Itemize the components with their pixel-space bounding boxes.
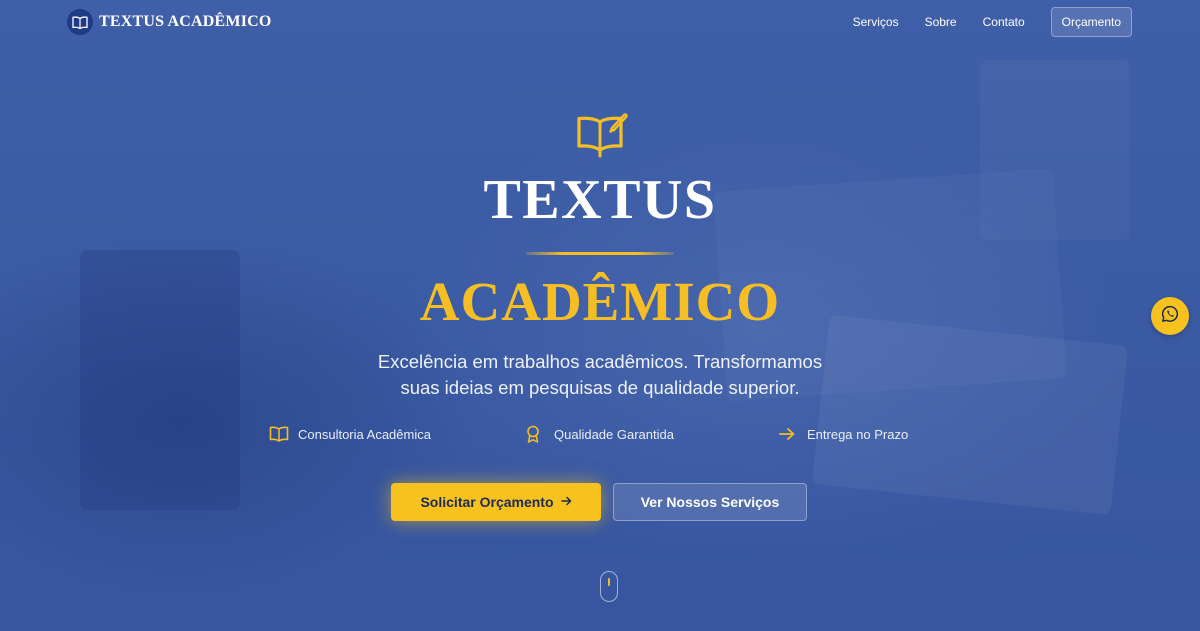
hero-title-bottom: ACADÊMICO	[419, 271, 781, 332]
feature-item-qualidade: Qualidade Garantida	[525, 425, 674, 443]
nav-links: Serviços Sobre Contato Orçamento	[827, 7, 1132, 37]
whatsapp-button[interactable]	[1151, 297, 1189, 335]
brand-logo[interactable]: TEXTUS ACADÊMICO	[67, 9, 272, 35]
feature-item-consultoria: Consultoria Acadêmica	[269, 425, 431, 443]
hero-subtitle-line-2: suas ideias em pesquisas de qualidade su…	[400, 377, 800, 398]
nav-link-contato[interactable]: Contato	[983, 15, 1025, 29]
ver-servicos-button[interactable]: Ver Nossos Serviços	[613, 483, 807, 521]
title-divider	[526, 252, 674, 255]
arrow-right-icon	[560, 495, 572, 509]
nav-link-sobre[interactable]: Sobre	[925, 15, 957, 29]
feature-label: Entrega no Prazo	[807, 426, 909, 442]
nav-link-servicos[interactable]: Serviços	[853, 15, 899, 29]
arrow-right-icon	[778, 425, 798, 443]
whatsapp-icon	[1161, 305, 1179, 328]
hero-subtitle: Excelência em trabalhos acadêmicos. Tran…	[300, 349, 900, 401]
award-icon	[525, 425, 545, 443]
brand-name: TEXTUS ACADÊMICO	[99, 13, 272, 30]
book-open-pen-icon	[574, 110, 630, 158]
book-open-icon	[269, 425, 289, 443]
book-icon	[67, 9, 93, 35]
background-paper-shape	[811, 314, 1129, 516]
hero-subtitle-line-1: Excelência em trabalhos acadêmicos. Tran…	[377, 351, 823, 372]
solicitar-orcamento-label: Solicitar Orçamento	[420, 494, 554, 510]
hero-title-top: TEXTUS	[483, 169, 717, 231]
feature-item-entrega: Entrega no Prazo	[778, 425, 908, 443]
top-navigation: TEXTUS ACADÊMICO Serviços Sobre Contato …	[0, 0, 1200, 44]
feature-list: Consultoria Acadêmica Qualidade Garantid…	[0, 425, 1200, 447]
feature-label: Consultoria Acadêmica	[298, 426, 431, 442]
hero-section: TEXTUS ACADÊMICO Serviços Sobre Contato …	[0, 0, 1200, 631]
nav-orcamento-button[interactable]: Orçamento	[1050, 7, 1132, 37]
feature-label: Qualidade Garantida	[554, 426, 674, 442]
solicitar-orcamento-button[interactable]: Solicitar Orçamento	[391, 483, 601, 521]
scroll-indicator[interactable]	[600, 571, 618, 602]
scroll-wheel-dot	[608, 578, 610, 586]
